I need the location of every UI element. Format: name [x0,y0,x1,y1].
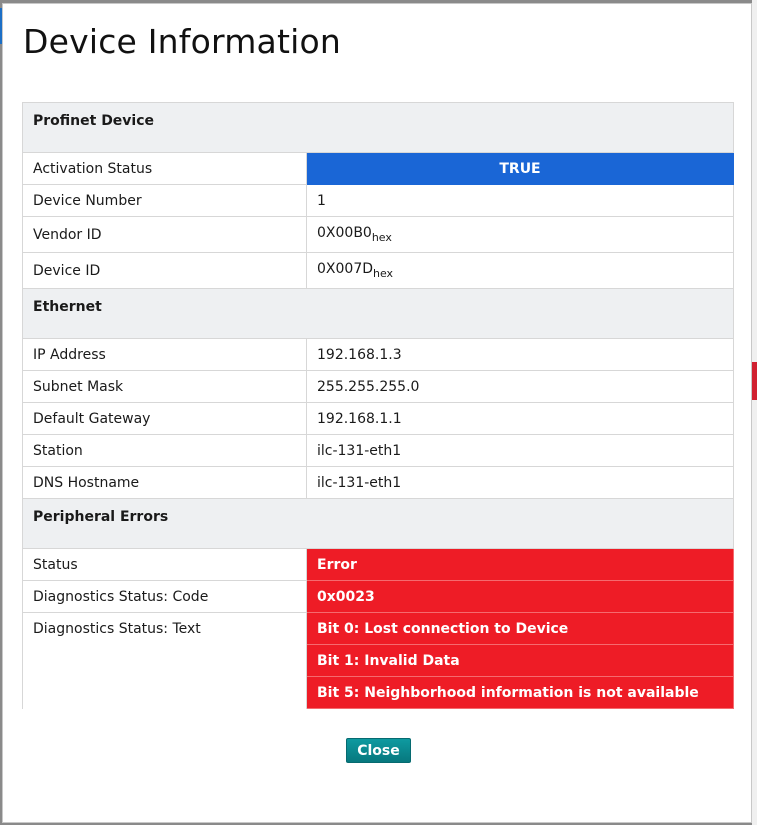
row-label: Device ID [22,252,307,289]
vendor-id-value: 0X00B0hex [306,216,734,253]
subnet-mask-value: 255.255.255.0 [306,370,734,403]
device-id-value: 0X007Dhex [306,252,734,289]
row-label: IP Address [22,338,307,371]
default-gateway-value: 192.168.1.1 [306,402,734,435]
table-row: Diagnostics Status: Text Bit 0: Lost con… [22,612,734,709]
table-row: IP Address 192.168.1.3 [22,338,734,371]
diagnostics-text-item: Bit 0: Lost connection to Device [306,612,734,645]
dialog-title: Device Information [23,22,341,61]
row-label: Default Gateway [22,402,307,435]
background-error-marker [752,362,757,400]
device-information-dialog: Device Information Profinet Device Activ… [2,3,752,823]
station-value: ilc-131-eth1 [306,434,734,467]
row-label: Diagnostics Status: Code [22,580,307,613]
hex-suffix: hex [371,231,392,244]
row-label: Activation Status [22,152,307,185]
table-row: Device ID 0X007Dhex [22,252,734,289]
row-label: Diagnostics Status: Text [22,612,307,709]
device-info-table: Profinet Device Activation Status TRUE D… [22,102,734,709]
table-row: Diagnostics Status: Code 0x0023 [22,580,734,613]
diagnostics-text-item: Bit 1: Invalid Data [306,644,734,677]
background-page-edge [752,0,757,825]
table-row: DNS Hostname ilc-131-eth1 [22,466,734,499]
section-header-profinet: Profinet Device [22,102,734,153]
diagnostics-text-item: Bit 5: Neighborhood information is not a… [306,676,734,709]
status-error-badge: Error [306,548,734,581]
diagnostics-code-badge: 0x0023 [306,580,734,613]
table-row: Device Number 1 [22,184,734,217]
activation-status-badge: TRUE [306,152,734,185]
table-row: Subnet Mask 255.255.255.0 [22,370,734,403]
row-label: DNS Hostname [22,466,307,499]
table-row: Vendor ID 0X00B0hex [22,216,734,253]
ip-address-value: 192.168.1.3 [306,338,734,371]
section-title: Profinet Device [22,102,734,153]
hex-suffix: hex [373,267,394,280]
row-label: Subnet Mask [22,370,307,403]
row-label: Vendor ID [22,216,307,253]
close-button[interactable]: Close [346,738,411,763]
table-row: Status Error [22,548,734,581]
row-label: Station [22,434,307,467]
table-row: Activation Status TRUE [22,152,734,185]
section-title: Peripheral Errors [22,498,734,549]
dns-hostname-value: ilc-131-eth1 [306,466,734,499]
section-header-peripheral-errors: Peripheral Errors [22,498,734,549]
row-label: Device Number [22,184,307,217]
row-label: Status [22,548,307,581]
device-id-number: 0X007D [317,261,373,277]
table-row: Default Gateway 192.168.1.1 [22,402,734,435]
vendor-id-number: 0X00B0 [317,225,372,241]
section-header-ethernet: Ethernet [22,288,734,339]
device-number-value: 1 [306,184,734,217]
table-row: Station ilc-131-eth1 [22,434,734,467]
section-title: Ethernet [22,288,734,339]
